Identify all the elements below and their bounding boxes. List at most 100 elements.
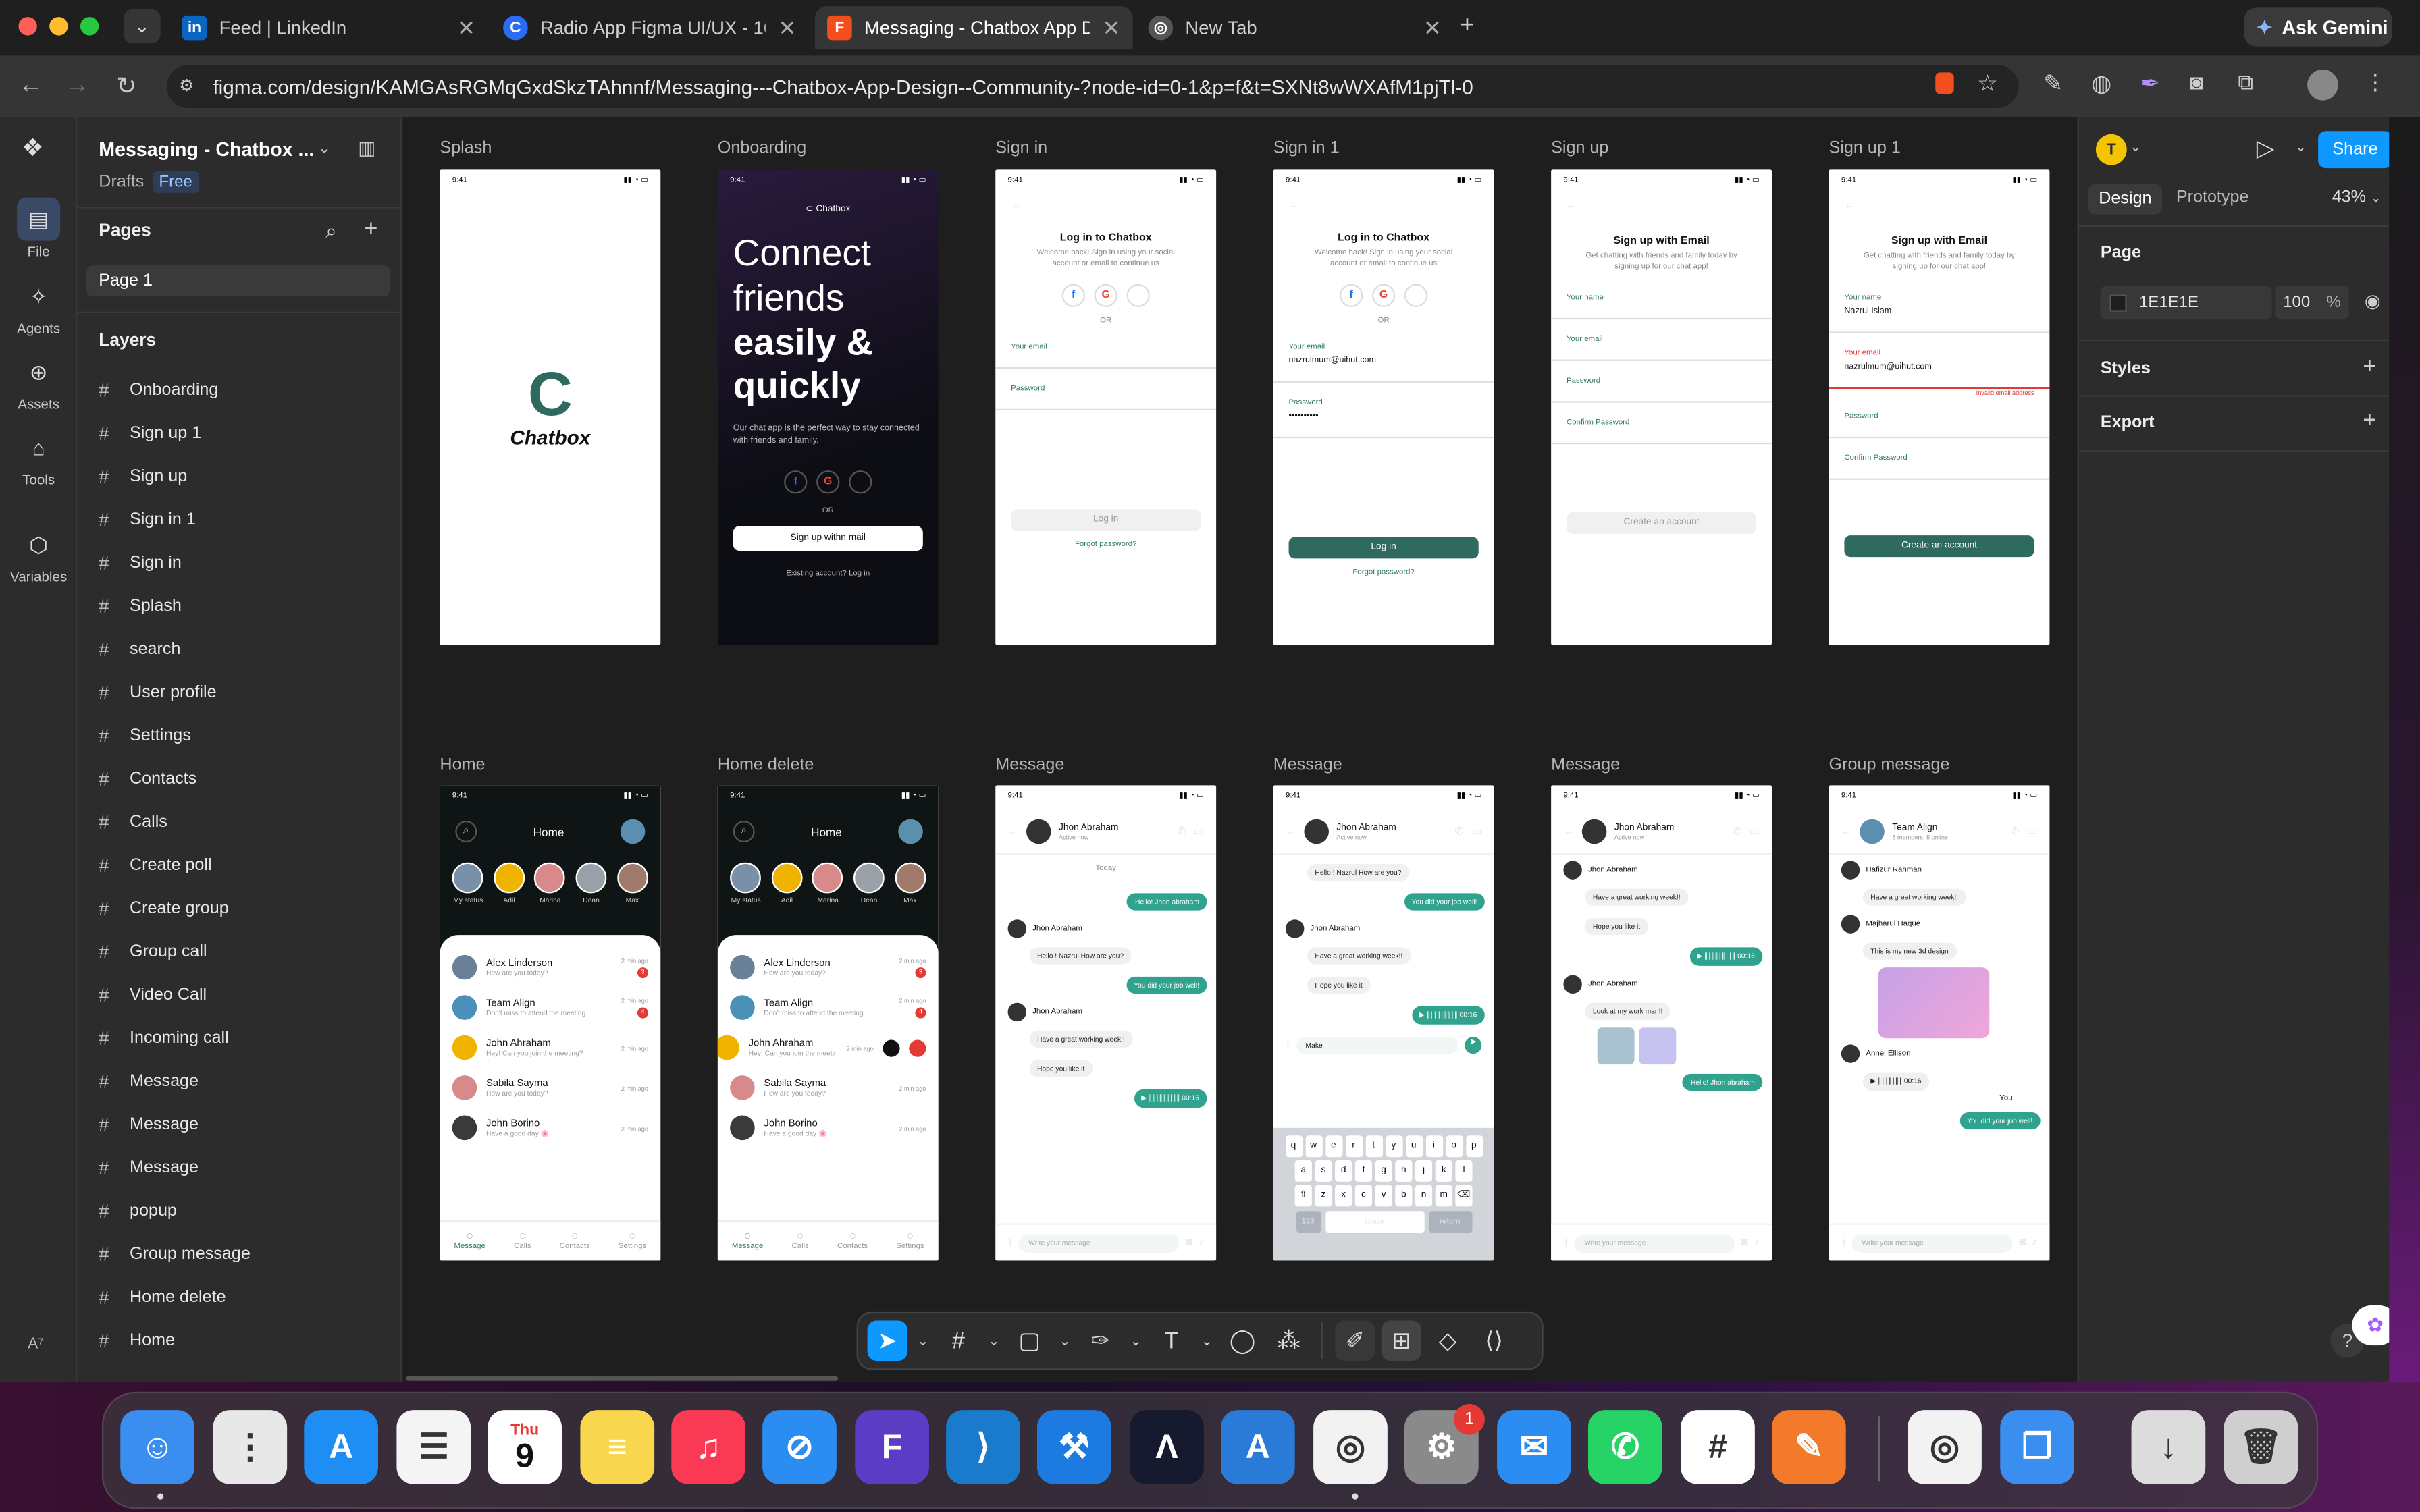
close-tab-icon[interactable]: ✕	[457, 15, 475, 41]
layer-item[interactable]: # search	[99, 634, 180, 665]
tab-radio-app[interactable]: C Radio App Figma UI/UX - 160 ✕	[491, 6, 809, 49]
microphone-icon[interactable]: ♪	[1199, 1237, 1204, 1248]
email-field[interactable]: Your email nazrulmum@uihut.com	[1273, 342, 1494, 383]
back-arrow-icon[interactable]: ←	[1551, 194, 1772, 217]
chrome-icon[interactable]: ◎	[1313, 1410, 1388, 1484]
tab-design[interactable]: Design	[2088, 183, 2163, 215]
layer-item[interactable]: # Onboarding	[99, 375, 218, 406]
password-field[interactable]: Password	[995, 384, 1217, 410]
rail-agents[interactable]: ✧ Agents	[9, 275, 68, 336]
send-icon[interactable]: ➤	[1465, 1036, 1482, 1054]
close-window-button[interactable]	[18, 17, 37, 36]
chat-list-item[interactable]: Team Align Don't miss to attend the meeti…	[718, 988, 939, 1027]
voice-message[interactable]: ▶ ∥∣∣∥∣∥∣ 00:16	[1829, 1063, 2050, 1094]
microphone-icon[interactable]: ♪	[1754, 1237, 1760, 1248]
layer-item[interactable]: # Message	[99, 1109, 199, 1140]
move-tool-icon[interactable]: ➤	[867, 1320, 908, 1361]
key[interactable]: x	[1335, 1185, 1352, 1207]
tab-prototype[interactable]: Prototype	[2176, 188, 2249, 207]
name-field[interactable]: Your name	[1551, 293, 1772, 320]
chevron-down-icon[interactable]: ⌄	[914, 1321, 932, 1361]
frame-label[interactable]: Sign up 1	[1829, 139, 1901, 157]
chat-list-item[interactable]: John Borino Have a good day 🌸 2 min ago	[718, 1108, 939, 1148]
design-frame[interactable]: 9:41 ▮▮ ◔ ▭ ⊂ Chatbox Connect friends easily …	[717, 169, 939, 645]
attachment-clip-icon[interactable]: ⌇	[1841, 1237, 1847, 1249]
layer-item[interactable]: # Create group	[99, 893, 228, 924]
story-item[interactable]: Dean	[575, 862, 607, 904]
layer-item[interactable]: # Incoming call	[99, 1023, 228, 1054]
background-color-field[interactable]: 1E1E1E	[2100, 285, 2272, 320]
page-item[interactable]: Page 1	[86, 265, 391, 296]
bell-icon[interactable]	[883, 1039, 900, 1056]
key[interactable]: i	[1425, 1135, 1442, 1158]
phone-call-icon[interactable]: ✆	[1454, 826, 1463, 838]
design-frame[interactable]: 9:41 ▮▮ ◔ ▭ ⌕ Home My status Adil Marina Dean Ma…	[440, 785, 661, 1261]
close-tab-icon[interactable]: ✕	[1103, 15, 1121, 41]
password-field[interactable]: Password	[1829, 412, 2050, 439]
feather-extension-icon[interactable]: ✒	[2140, 70, 2160, 97]
layer-item[interactable]: # Message	[99, 1066, 199, 1097]
color-swatch[interactable]	[2109, 294, 2127, 311]
mail-icon[interactable]: ✉	[1497, 1410, 1571, 1484]
design-frame[interactable]: 9:41 ▮▮ ◔ ▭ ← Sign up with Email Get chattin…	[1829, 169, 2050, 645]
chat-list-item[interactable]: Team Align Don't miss to attend the meeti…	[440, 988, 660, 1027]
design-frame[interactable]: 9:41 ▮▮ ◔ ▭ ⌕ Home My status Adil Marina Dean Ma…	[717, 785, 939, 1261]
layer-item[interactable]: # Calls	[99, 807, 167, 838]
frame-label[interactable]: Message	[995, 756, 1064, 774]
design-frame[interactable]: 9:41 ▮▮ ◔ ▭ ← Jhon Abraham Active now ✆ ▭ Jhon …	[1551, 785, 1772, 1261]
space-key[interactable]: space	[1325, 1211, 1424, 1233]
draw-mode-icon[interactable]: ✐	[1335, 1320, 1375, 1361]
instruments-icon[interactable]: A	[1220, 1410, 1295, 1484]
create-account-button[interactable]: Create an account	[1566, 512, 1757, 534]
frame-label[interactable]: Group message	[1829, 756, 1950, 774]
rectangle-tool-icon[interactable]: ▢	[1009, 1321, 1049, 1361]
chevron-down-icon[interactable]: ⌄	[984, 1321, 1003, 1361]
key[interactable]: d	[1335, 1160, 1352, 1182]
camera-icon[interactable]: ◙	[1741, 1237, 1748, 1248]
nav-item[interactable]: ◌ Message	[454, 1231, 485, 1251]
avatar[interactable]	[898, 819, 923, 844]
key[interactable]: e	[1325, 1135, 1342, 1158]
frame-label[interactable]: Message	[1273, 756, 1342, 774]
framer-icon[interactable]: F	[855, 1410, 929, 1484]
confirm-password-field[interactable]: Confirm Password	[1829, 454, 2050, 480]
toggle-sidebar-icon[interactable]: ▥	[358, 137, 375, 159]
layer-item[interactable]: # Message	[99, 1152, 199, 1183]
layer-item[interactable]: # Home delete	[99, 1282, 226, 1313]
address-bar[interactable]: figma.com/design/KAMGAsRGMqGxdSkzTAhnnf/…	[166, 64, 2019, 108]
key[interactable]: z	[1315, 1185, 1332, 1207]
layer-item[interactable]: # Home	[99, 1325, 175, 1356]
tab-linkedin[interactable]: in Feed | LinkedIn ✕	[169, 6, 488, 49]
signup-with-mail-button[interactable]: Sign up withn mail	[733, 525, 923, 551]
facebook-icon[interactable]: f	[1339, 284, 1363, 307]
key[interactable]: m	[1435, 1185, 1452, 1207]
rail-file[interactable]: ▤ File	[9, 197, 68, 259]
attachment-clip-icon[interactable]: ⌇	[1286, 1040, 1290, 1051]
key[interactable]: k	[1435, 1160, 1452, 1182]
email-field[interactable]: Your email nazrulmum@uihut.com	[1829, 349, 2050, 389]
actions-tool-icon[interactable]: ⁂	[1269, 1321, 1309, 1361]
voice-message[interactable]: ▶ ∥∣∣∥∣∥∣∣∥ 00:16	[995, 1080, 1216, 1111]
layer-item[interactable]: # Splash	[99, 591, 182, 622]
close-tab-icon[interactable]: ✕	[1423, 15, 1442, 41]
design-frame[interactable]: 9:41 ▮▮ ◔ ▭ C Chatbox	[440, 169, 661, 645]
design-frame[interactable]: 9:41 ▮▮ ◔ ▭ ← Jhon Abraham Active now ✆ ▭ Today…	[995, 785, 1217, 1261]
nav-item[interactable]: ◌ Calls	[514, 1231, 531, 1251]
nav-item[interactable]: ◌ Contacts	[837, 1231, 868, 1251]
back-arrow-icon[interactable]: ←	[1286, 826, 1296, 837]
video-call-icon[interactable]: ▭	[1750, 826, 1760, 838]
message-input[interactable]: Write your message	[1852, 1233, 2014, 1252]
key[interactable]: p	[1465, 1135, 1483, 1158]
frame-label[interactable]: Splash	[440, 139, 492, 157]
login-button[interactable]: Log in	[1011, 509, 1201, 531]
attachment-clip-icon[interactable]: ⌇	[1008, 1237, 1014, 1249]
zoom-window-button[interactable]	[80, 17, 99, 36]
search-icon[interactable]: ⌕	[455, 820, 477, 842]
chrome-app-icon[interactable]: ◎	[1908, 1410, 1982, 1484]
chat-list-item[interactable]: John Borino Have a good day 🌸 2 min ago	[440, 1108, 660, 1148]
visibility-eye-icon[interactable]: ◉	[2365, 290, 2381, 312]
tab-search-button[interactable]: ⌄	[123, 9, 161, 43]
key[interactable]: y	[1385, 1135, 1402, 1158]
user-avatar[interactable]: T	[2095, 134, 2127, 165]
voice-message[interactable]: ▶ ∥∣∣∥∣∥∣∣∥ 00:16	[1273, 997, 1494, 1028]
